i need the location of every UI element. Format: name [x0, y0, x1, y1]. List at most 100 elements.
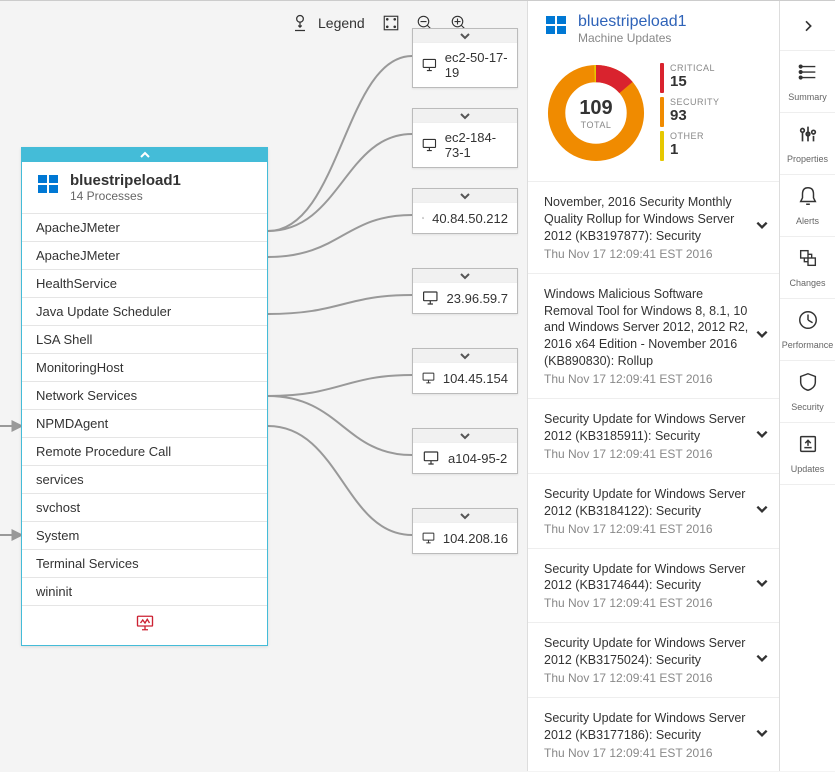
process-item[interactable]: HealthService	[22, 269, 267, 297]
process-item[interactable]: ApacheJMeter	[22, 241, 267, 269]
monitor-icon	[422, 137, 437, 153]
chevron-down-icon	[459, 511, 471, 521]
server-label: ec2-184-73-1	[445, 130, 508, 160]
update-time: Thu Nov 17 12:09:41 EST 2016	[544, 671, 749, 685]
chevron-down-icon	[459, 191, 471, 201]
process-item[interactable]: NPMDAgent	[22, 409, 267, 437]
update-item[interactable]: Security Update for Windows Server 2012 …	[528, 549, 779, 624]
process-item[interactable]: wininit	[22, 577, 267, 605]
process-item[interactable]: Network Services	[22, 381, 267, 409]
windows-icon	[36, 172, 60, 196]
monitor-alert-icon	[135, 614, 155, 632]
summary-icon	[797, 61, 819, 88]
node-expand[interactable]	[413, 509, 517, 523]
chevron-right-icon	[800, 18, 816, 34]
process-item[interactable]: System	[22, 521, 267, 549]
update-title: Security Update for Windows Server 2012 …	[544, 486, 749, 520]
update-item[interactable]: November, 2016 Security Monthly Quality …	[528, 182, 779, 274]
server-node[interactable]: 104.208.16	[412, 508, 518, 554]
node-expand[interactable]	[413, 189, 517, 203]
rail-item-security[interactable]: Security	[780, 361, 835, 423]
process-item[interactable]: LSA Shell	[22, 325, 267, 353]
stats-legend: CRITICAL15 SECURITY93 OTHER1	[660, 61, 720, 161]
rail-item-performance[interactable]: Performance	[780, 299, 835, 361]
server-label: 104.45.154	[443, 371, 508, 386]
rail-label: Updates	[791, 464, 825, 474]
legend-icon	[290, 13, 310, 33]
updates-icon	[797, 433, 819, 460]
rail-item-summary[interactable]: Summary	[780, 51, 835, 113]
process-item[interactable]: Terminal Services	[22, 549, 267, 577]
card-collapse-bar[interactable]	[22, 148, 267, 162]
server-label: 104.208.16	[443, 531, 508, 546]
update-title: November, 2016 Security Monthly Quality …	[544, 194, 749, 245]
card-subtitle: 14 Processes	[70, 189, 181, 203]
process-item[interactable]: Java Update Scheduler	[22, 297, 267, 325]
rail-label: Alerts	[796, 216, 819, 226]
monitor-icon	[422, 370, 435, 386]
right-rail: Summary Properties Alerts ChangesPerformanc…	[779, 1, 835, 771]
panel-subtitle: Machine Updates	[578, 31, 687, 45]
server-node[interactable]: 104.45.154	[412, 348, 518, 394]
donut-chart: 109 TOTAL	[544, 61, 648, 165]
node-expand[interactable]	[413, 29, 517, 43]
process-card[interactable]: bluestripeload1 14 Processes ApacheJMete…	[21, 147, 268, 646]
process-item[interactable]: ApacheJMeter	[22, 213, 267, 241]
server-node[interactable]: a104-95-2	[412, 428, 518, 474]
legend-label: Legend	[318, 15, 365, 31]
stat-item: OTHER1	[660, 131, 720, 161]
chevron-down-icon	[755, 219, 769, 231]
windows-icon	[544, 13, 568, 37]
donut-total: 109	[579, 97, 612, 120]
monitor-icon	[422, 57, 437, 73]
updates-list: November, 2016 Security Monthly Quality …	[528, 182, 779, 771]
chevron-down-icon	[459, 351, 471, 361]
panel-header: bluestripeload1 Machine Updates	[528, 1, 779, 53]
node-expand[interactable]	[413, 349, 517, 363]
update-item[interactable]: Windows Malicious Software Removal Tool …	[528, 274, 779, 399]
process-item[interactable]: Remote Procedure Call	[22, 437, 267, 465]
panel-title: bluestripeload1	[578, 13, 687, 31]
update-item[interactable]: Security Update for Windows Server 2012 …	[528, 399, 779, 474]
server-node[interactable]: ec2-50-17-19	[412, 28, 518, 88]
chevron-down-icon	[755, 503, 769, 515]
server-label: 40.84.50.212	[432, 211, 508, 226]
legend-button[interactable]: Legend	[290, 13, 365, 33]
rail-item-updates[interactable]: Updates	[780, 423, 835, 485]
chevron-down-icon	[755, 328, 769, 340]
node-expand[interactable]	[413, 269, 517, 283]
update-title: Security Update for Windows Server 2012 …	[544, 561, 749, 595]
chevron-down-icon	[755, 428, 769, 440]
chevron-down-icon	[755, 577, 769, 589]
stat-item: SECURITY93	[660, 97, 720, 127]
process-item[interactable]: svchost	[22, 493, 267, 521]
fit-button[interactable]	[377, 9, 405, 37]
server-label: a104-95-2	[448, 451, 507, 466]
properties-icon	[797, 123, 819, 150]
update-time: Thu Nov 17 12:09:41 EST 2016	[544, 247, 749, 261]
server-label: ec2-50-17-19	[445, 50, 508, 80]
stat-item: CRITICAL15	[660, 63, 720, 93]
node-expand[interactable]	[413, 109, 517, 123]
node-expand[interactable]	[413, 429, 517, 443]
rail-label: Security	[791, 402, 824, 412]
server-node[interactable]: 40.84.50.212	[412, 188, 518, 234]
process-item[interactable]: services	[22, 465, 267, 493]
update-title: Windows Malicious Software Removal Tool …	[544, 286, 749, 370]
server-node[interactable]: 23.96.59.7	[412, 268, 518, 314]
update-item[interactable]: Security Update for Windows Server 2012 …	[528, 474, 779, 549]
update-item[interactable]: Security Update for Windows Server 2012 …	[528, 698, 779, 771]
rail-label: Summary	[788, 92, 827, 102]
process-list: ApacheJMeterApacheJMeterHealthServiceJav…	[22, 213, 267, 605]
card-footer	[22, 605, 267, 645]
update-item[interactable]: Security Update for Windows Server 2012 …	[528, 623, 779, 698]
rail-item-changes[interactable]: Changes	[780, 237, 835, 299]
alerts-icon	[797, 185, 819, 212]
chevron-down-icon	[459, 431, 471, 441]
server-node[interactable]: ec2-184-73-1	[412, 108, 518, 168]
rail-item-properties[interactable]: Properties	[780, 113, 835, 175]
process-item[interactable]: MonitoringHost	[22, 353, 267, 381]
collapse-button[interactable]	[780, 1, 835, 51]
performance-icon	[797, 309, 819, 336]
rail-item-alerts[interactable]: Alerts	[780, 175, 835, 237]
